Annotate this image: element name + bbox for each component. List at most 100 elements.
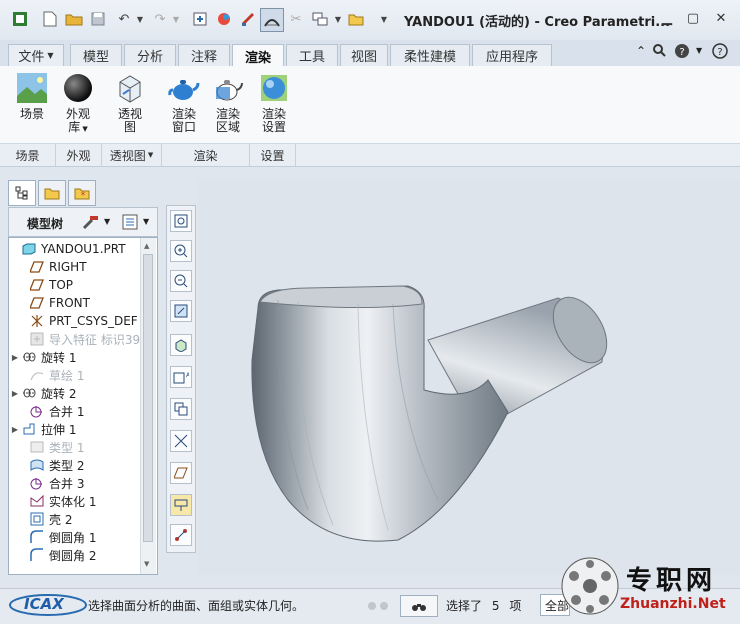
csys-icon [29, 314, 45, 328]
tree-item-extrude-1[interactable]: ▶ 拉伸 1 [9, 420, 77, 438]
tree-item-solidify-1[interactable]: 实体化 1 [17, 492, 96, 510]
extrude-icon [21, 422, 37, 436]
help-dropdown-icon[interactable]: ▼ [696, 46, 702, 55]
favorites-tab[interactable]: * [68, 180, 96, 206]
model-tree-scrollbar[interactable]: ▲ ▼ [140, 238, 156, 574]
tab-tools[interactable]: 工具 [286, 44, 338, 66]
surface-analysis-icon[interactable] [260, 8, 284, 32]
expand-arrow-icon[interactable]: ▶ [9, 425, 21, 434]
close-window-icon[interactable] [346, 9, 366, 29]
tree-item-right[interactable]: RIGHT [17, 258, 87, 276]
show-menu-icon[interactable] [121, 213, 139, 231]
model-tree-tab[interactable] [8, 180, 36, 206]
annotation-display-icon[interactable] [170, 494, 192, 516]
tab-analysis[interactable]: 分析 [124, 44, 176, 66]
datum-display-icon[interactable] [170, 430, 192, 452]
pipe-model[interactable] [198, 180, 740, 575]
revolve-icon [21, 386, 37, 400]
datum-plane-icon [29, 278, 45, 292]
close-button[interactable]: ✕ [708, 8, 734, 28]
repaint-view-icon[interactable] [170, 300, 192, 322]
style-icon [29, 440, 45, 454]
zoom-out-icon[interactable] [170, 270, 192, 292]
render-setup-button[interactable]: 渲染 设置 [254, 72, 294, 134]
tree-item-merge-3[interactable]: 合并 3 [17, 474, 84, 492]
expand-arrow-icon[interactable]: ▶ [9, 389, 21, 398]
scene-button[interactable]: 场景 [12, 72, 52, 121]
maximize-button[interactable]: ▢ [680, 8, 706, 28]
view-manager-icon[interactable] [170, 398, 192, 420]
tree-item-import[interactable]: 导入特征 标识39 [17, 330, 140, 348]
saved-orientations-icon[interactable]: AB [170, 366, 192, 388]
render-setup-icon [258, 72, 290, 104]
help-icon[interactable]: ? [674, 43, 690, 59]
merge-icon [29, 404, 45, 418]
tree-item-merge-1[interactable]: 合并 1 [17, 402, 84, 420]
windows-dropdown-icon[interactable]: ▼ [328, 9, 348, 29]
render-region-button[interactable]: 渲染 区域 [208, 72, 248, 134]
tree-item-csys[interactable]: PRT_CSYS_DEF [17, 312, 138, 330]
minimize-button[interactable]: ▁ [654, 8, 680, 28]
perspective-view-button[interactable]: 透视 图 [108, 72, 152, 134]
tree-settings-dropdown-icon[interactable]: ▼ [104, 217, 110, 226]
part-icon [21, 242, 37, 256]
navigator-tabs: * [8, 180, 158, 206]
style-icon [29, 458, 45, 472]
appearance-library-button[interactable]: 外观 库 ▼ [58, 72, 98, 136]
chevron-down-icon: ▼ [80, 125, 88, 133]
new-file-icon[interactable] [40, 9, 60, 29]
tree-item-sketch-1[interactable]: 草绘 1 [17, 366, 84, 384]
graphics-window[interactable] [198, 180, 740, 575]
scroll-down-icon[interactable]: ▼ [144, 560, 149, 568]
tab-applications[interactable]: 应用程序 [472, 44, 552, 66]
tree-item-front[interactable]: FRONT [17, 294, 90, 312]
appearance-gallery-icon[interactable] [214, 9, 234, 29]
svg-text:?: ? [717, 47, 722, 58]
minimize-ribbon-icon[interactable]: ⌃ [636, 44, 646, 58]
tree-item-shell-2[interactable]: 壳 2 [17, 510, 72, 528]
quick-access-dropdown-icon[interactable]: ▼ [374, 9, 394, 29]
tree-item-round-2[interactable]: 倒圆角 2 [17, 546, 96, 564]
regenerate-icon[interactable] [190, 9, 210, 29]
tree-item-style-2[interactable]: 类型 2 [17, 456, 84, 474]
info-icon[interactable]: ? [712, 43, 728, 59]
spin-center-icon[interactable] [170, 524, 192, 546]
show-dropdown-icon[interactable]: ▼ [143, 217, 149, 226]
refit-icon[interactable] [170, 210, 192, 232]
tab-annotate[interactable]: 注释 [178, 44, 230, 66]
tree-item-revolve-2[interactable]: ▶ 旋转 2 [9, 384, 77, 402]
display-style-icon[interactable] [170, 334, 192, 356]
windows-icon[interactable] [310, 9, 330, 29]
tree-item-part[interactable]: YANDOU1.PRT [9, 240, 126, 258]
undo-dropdown-icon[interactable]: ▼ [130, 9, 150, 29]
tree-item-style-1[interactable]: 类型 1 [17, 438, 84, 456]
redo-dropdown-icon[interactable]: ▼ [166, 9, 186, 29]
scene-icon [16, 72, 48, 104]
tree-item-round-1[interactable]: 倒圆角 1 [17, 528, 96, 546]
status-light-icon [380, 602, 388, 610]
open-folder-icon[interactable] [64, 9, 84, 29]
render-window-button[interactable]: 渲染 窗口 [164, 72, 204, 134]
datum-plane-display-icon[interactable] [170, 462, 192, 484]
expand-arrow-icon[interactable]: ▶ [9, 353, 21, 362]
tab-flexible-modeling[interactable]: 柔性建模 [390, 44, 470, 66]
zoom-in-icon[interactable] [170, 240, 192, 262]
scroll-up-icon[interactable]: ▲ [144, 242, 149, 250]
tab-view[interactable]: 视图 [340, 44, 388, 66]
tab-model[interactable]: 模型 [70, 44, 122, 66]
group-perspective[interactable]: 透视图 ▼ [102, 144, 162, 166]
find-button[interactable] [400, 595, 438, 617]
save-icon[interactable] [88, 9, 108, 29]
disabled-tool-icon: ✂ [290, 11, 302, 27]
creo-app-icon[interactable] [10, 9, 30, 29]
search-icon[interactable] [652, 43, 666, 57]
graphics-toolbar: AB [166, 205, 196, 553]
tree-item-top[interactable]: TOP [17, 276, 73, 294]
tree-item-revolve-1[interactable]: ▶ 旋转 1 [9, 348, 77, 366]
folder-browser-tab[interactable] [38, 180, 66, 206]
tree-settings-icon[interactable] [81, 213, 101, 231]
tab-file[interactable]: 文件 ▼ [8, 44, 64, 66]
scrollbar-thumb[interactable] [143, 254, 153, 542]
repaint-icon[interactable] [238, 9, 258, 29]
tab-render[interactable]: 渲染 [232, 44, 284, 67]
